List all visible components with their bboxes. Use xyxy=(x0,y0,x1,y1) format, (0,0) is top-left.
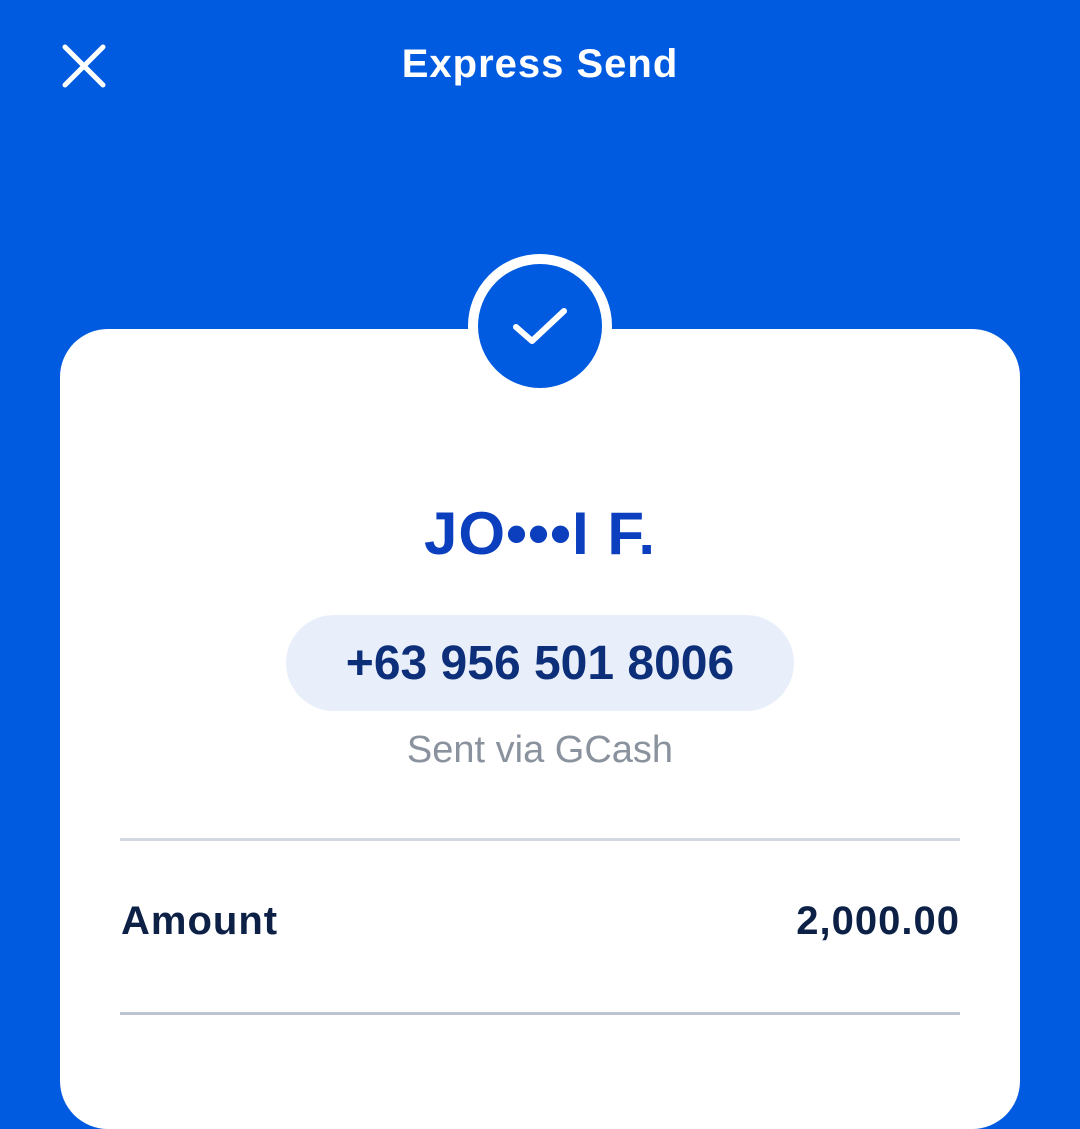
recipient-phone: +63 956 501 8006 xyxy=(286,615,794,711)
recipient-name: JO•••I F. xyxy=(423,500,657,567)
success-badge xyxy=(468,254,612,398)
checkmark-icon xyxy=(513,308,567,344)
divider xyxy=(120,1012,960,1015)
amount-label: Amount xyxy=(121,899,279,943)
divider xyxy=(120,838,960,841)
page-title: Express Send xyxy=(401,42,679,86)
amount-value: 2,000.00 xyxy=(796,899,960,943)
top-bar: Express Send xyxy=(0,0,1080,140)
sent-via-label: Sent via GCash xyxy=(406,729,674,771)
receipt-card: JO•••I F. +63 956 501 8006 Sent via GCas… xyxy=(60,329,1020,1129)
